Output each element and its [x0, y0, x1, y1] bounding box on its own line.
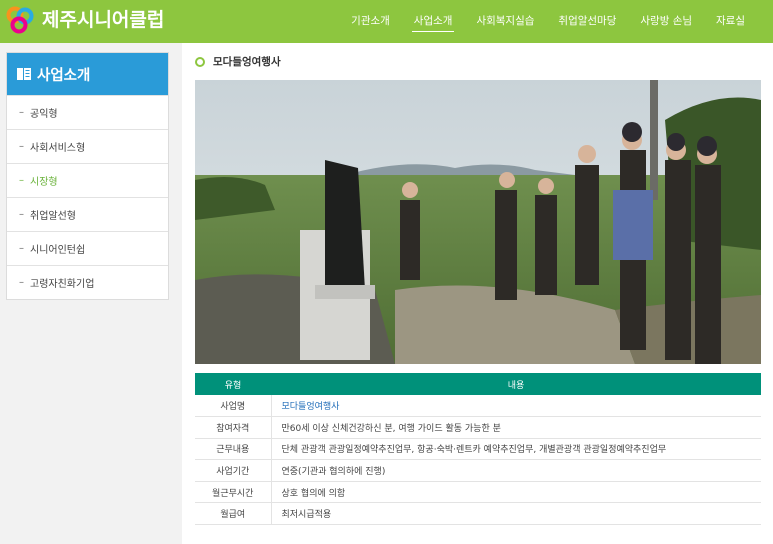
row-key: 월근무시간 [195, 481, 272, 504]
sidebar: 사업소개 – 공익형 – 사회서비스형 – 시장형 – 취업알선형 – 시니어인… [6, 52, 169, 300]
sidebar-item-label: 시니어인턴쉽 [30, 245, 86, 256]
row-key: 사업기간 [195, 459, 272, 482]
sidebar-item-label: 시장형 [30, 177, 58, 188]
sidebar-item-label: 공익형 [30, 109, 58, 120]
table-row: 월근무시간 상호 협의에 의함 [195, 481, 761, 504]
book-icon [17, 68, 31, 80]
site-title: 제주시니어클럽 [42, 9, 165, 31]
row-value: 상호 협의에 의함 [271, 481, 761, 504]
row-value: 연중(기관과 협의하에 진행) [271, 459, 761, 482]
dash-icon: – [19, 243, 24, 254]
row-key: 근무내용 [195, 438, 272, 461]
page-title: 모다들엉여행사 [195, 54, 281, 69]
row-value: 최저시급적용 [271, 502, 761, 526]
business-info-table: 유형 내용 사업명 모다들엉여행사 참여자격 만60세 이상 신체건강하신 분,… [195, 373, 761, 526]
dash-icon: – [19, 277, 24, 288]
dash-icon: – [19, 209, 24, 220]
sidebar-item-label: 사회서비스형 [30, 143, 86, 154]
page-title-text: 모다들엉여행사 [213, 56, 281, 68]
main-nav: 기관소개 사업소개 사회복지실습 취업알선마당 사랑방 손님 자료실 [339, 0, 757, 43]
dash-icon: – [19, 175, 24, 186]
row-value: 만60세 이상 신체건강하신 분, 여행 가이드 활동 가능한 분 [271, 416, 761, 439]
table-row: 월급여 최저시급적용 [195, 502, 761, 526]
sidebar-item-senior-friendly[interactable]: – 고령자친화기업 [7, 265, 168, 299]
sidebar-item-market[interactable]: – 시장형 [7, 163, 168, 197]
table-row: 사업기간 연중(기관과 협의하에 진행) [195, 459, 761, 482]
tour-group-photo [195, 80, 761, 364]
business-name-link[interactable]: 모다들엉여행사 [271, 395, 761, 418]
row-key: 사업명 [195, 395, 272, 418]
sidebar-title: 사업소개 [37, 67, 91, 84]
logo-icon [6, 6, 34, 34]
sidebar-item-job-placement[interactable]: – 취업알선형 [7, 197, 168, 231]
bullet-ring-icon [195, 56, 205, 67]
nav-item-archive[interactable]: 자료실 [704, 0, 757, 43]
row-value: 단체 관광객 관광일정예약추진업무, 항공·숙박·렌트카 예약추진업무, 개별관… [271, 438, 761, 461]
sidebar-item-senior-intern[interactable]: – 시니어인턴쉽 [7, 231, 168, 265]
sidebar-item-social-service[interactable]: – 사회서비스형 [7, 129, 168, 163]
nav-item-business[interactable]: 사업소개 [402, 0, 465, 43]
table-row: 참여자격 만60세 이상 신체건강하신 분, 여행 가이드 활동 가능한 분 [195, 416, 761, 439]
main-content: 모다들엉여행사 유형 내용 사업명 모다들엉여행사 참여자격 만60세 이상 신… [182, 43, 773, 544]
table-row: 사업명 모다들엉여행사 [195, 395, 761, 418]
dash-icon: – [19, 107, 24, 118]
nav-item-guests[interactable]: 사랑방 손님 [628, 0, 704, 43]
row-key: 월급여 [195, 502, 272, 526]
column-header-content: 내용 [271, 373, 761, 395]
dash-icon: – [19, 141, 24, 152]
site-logo[interactable]: 제주시니어클럽 [6, 6, 164, 34]
sidebar-item-label: 취업알선형 [30, 211, 76, 222]
sidebar-item-label: 고령자친화기업 [30, 279, 95, 290]
sidebar-header: 사업소개 [7, 53, 168, 95]
sidebar-item-public[interactable]: – 공익형 [7, 95, 168, 129]
row-key: 참여자격 [195, 416, 272, 439]
nav-item-jobs[interactable]: 취업알선마당 [546, 0, 628, 43]
top-navigation-bar: 제주시니어클럽 기관소개 사업소개 사회복지실습 취업알선마당 사랑방 손님 자… [0, 0, 773, 43]
nav-item-about[interactable]: 기관소개 [339, 0, 402, 43]
nav-item-practice[interactable]: 사회복지실습 [464, 0, 546, 43]
column-header-type: 유형 [195, 373, 271, 395]
table-row: 근무내용 단체 관광객 관광일정예약추진업무, 항공·숙박·렌트카 예약추진업무… [195, 438, 761, 461]
